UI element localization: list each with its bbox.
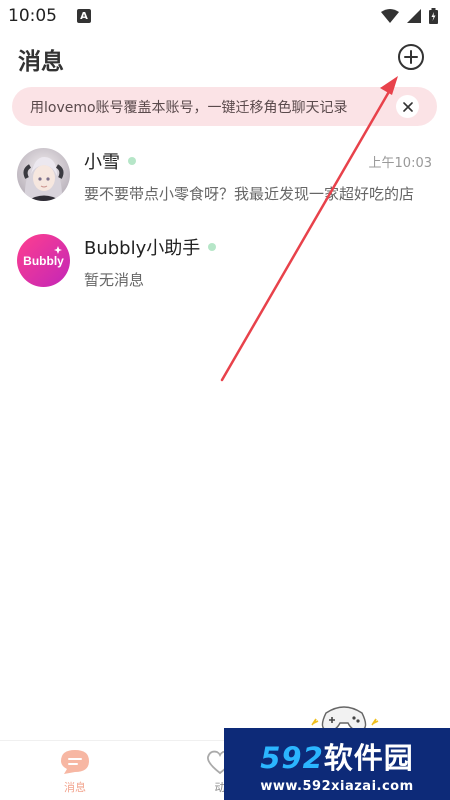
bubbly-logo: Bubbly [17,234,70,287]
page-title: 消息 [18,49,64,75]
nav-tab-messages[interactable]: 消息 [45,749,105,795]
add-button[interactable] [398,44,424,70]
header: 消息 [0,36,450,80]
status-time: 10:05 [8,6,57,26]
avatar[interactable]: Bubbly [17,234,70,287]
watermark: 592软件园 www.592xiazai.com [224,728,450,800]
chat-time: 上午10:03 [368,156,432,171]
chat-name-row: 小雪 [84,148,136,174]
battery-icon [429,8,438,24]
migration-banner[interactable]: 用lovemo账号覆盖本账号，一键迁移角色聊天记录 [12,87,437,126]
avatar[interactable] [17,148,70,201]
status-icons [381,8,438,24]
chat-preview: 要不要带点小零食呀？我最近发现一家超好吃的店 [84,185,415,203]
plus-icon [404,50,418,64]
character-avatar-image [17,148,70,201]
chat-preview: 暂无消息 [84,271,145,289]
watermark-url: www.592xiazai.com [260,778,414,794]
online-status-dot [208,243,217,251]
signal-icon [407,9,421,23]
banner-text: 用lovemo账号覆盖本账号，一键迁移角色聊天记录 [30,99,348,116]
chat-item-bubbly-assistant[interactable]: Bubbly Bubbly小助手 暂无消息 [0,226,450,296]
close-icon [402,101,413,112]
message-bubble-icon [61,750,89,774]
chat-name-row: Bubbly小助手 [84,234,217,260]
watermark-logo: 592软件园 [260,735,414,777]
banner-close-button[interactable] [396,95,419,118]
online-status-dot [128,157,136,165]
chat-name: 小雪 [84,152,120,173]
bubbly-logo-text: Bubbly [23,254,64,268]
chat-name: Bubbly小助手 [84,238,201,259]
status-bar: 10:05 A [0,0,450,32]
nav-label-messages: 消息 [64,781,86,794]
chat-item-xiaoxue[interactable]: 小雪 上午10:03 要不要带点小零食呀？我最近发现一家超好吃的店 [0,140,450,210]
watermark-logo-number: 592 [260,740,324,775]
watermark-logo-text: 软件园 [323,740,414,775]
wifi-icon [381,9,399,23]
notification-icon: A [77,9,91,23]
